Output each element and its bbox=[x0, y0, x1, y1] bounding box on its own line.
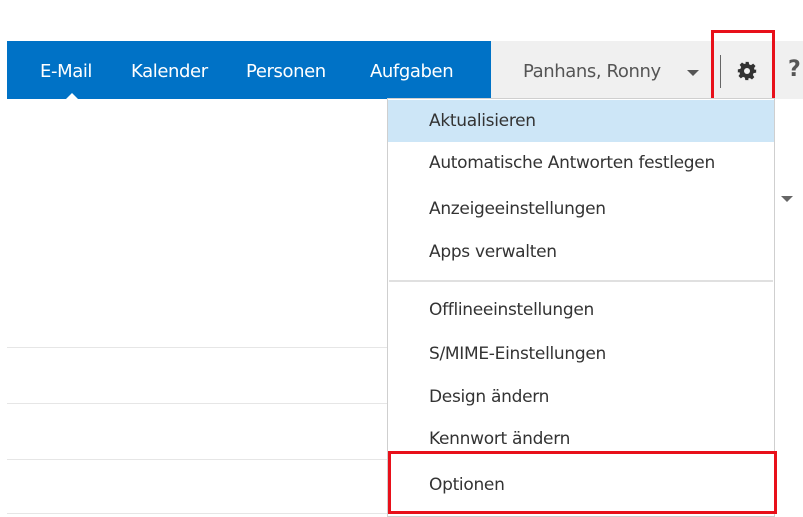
list-divider bbox=[7, 513, 388, 514]
nav-people[interactable]: Personen bbox=[246, 61, 326, 83]
list-divider bbox=[7, 403, 388, 404]
menu-item-smime-settings[interactable]: S/MIME-Einstellungen bbox=[388, 333, 774, 375]
active-nav-indicator bbox=[66, 93, 78, 99]
help-icon[interactable]: ? bbox=[788, 57, 801, 82]
chevron-down-icon bbox=[687, 70, 699, 76]
nav-calendar[interactable]: Kalender bbox=[131, 61, 208, 83]
list-divider bbox=[7, 347, 388, 348]
list-divider bbox=[7, 459, 388, 460]
menu-item-manage-apps[interactable]: Apps verwalten bbox=[388, 231, 774, 273]
nav-tasks[interactable]: Aufgaben bbox=[370, 61, 454, 83]
menu-item-refresh[interactable]: Aktualisieren bbox=[388, 100, 774, 142]
gear-highlight-box bbox=[711, 30, 775, 103]
menu-item-automatic-replies[interactable]: Automatische Antworten festlegen bbox=[388, 142, 774, 184]
menu-item-display-settings[interactable]: Anzeigeeinstellungen bbox=[388, 188, 774, 230]
user-name-button[interactable]: Panhans, Ronny bbox=[523, 61, 661, 83]
menu-divider bbox=[389, 280, 773, 282]
nav-mail[interactable]: E-Mail bbox=[40, 61, 92, 83]
options-highlight-box bbox=[388, 451, 777, 514]
menu-item-change-theme[interactable]: Design ändern bbox=[388, 376, 774, 418]
menu-item-offline-settings[interactable]: Offlineeinstellungen bbox=[388, 289, 774, 331]
chevron-down-icon[interactable] bbox=[781, 196, 793, 202]
